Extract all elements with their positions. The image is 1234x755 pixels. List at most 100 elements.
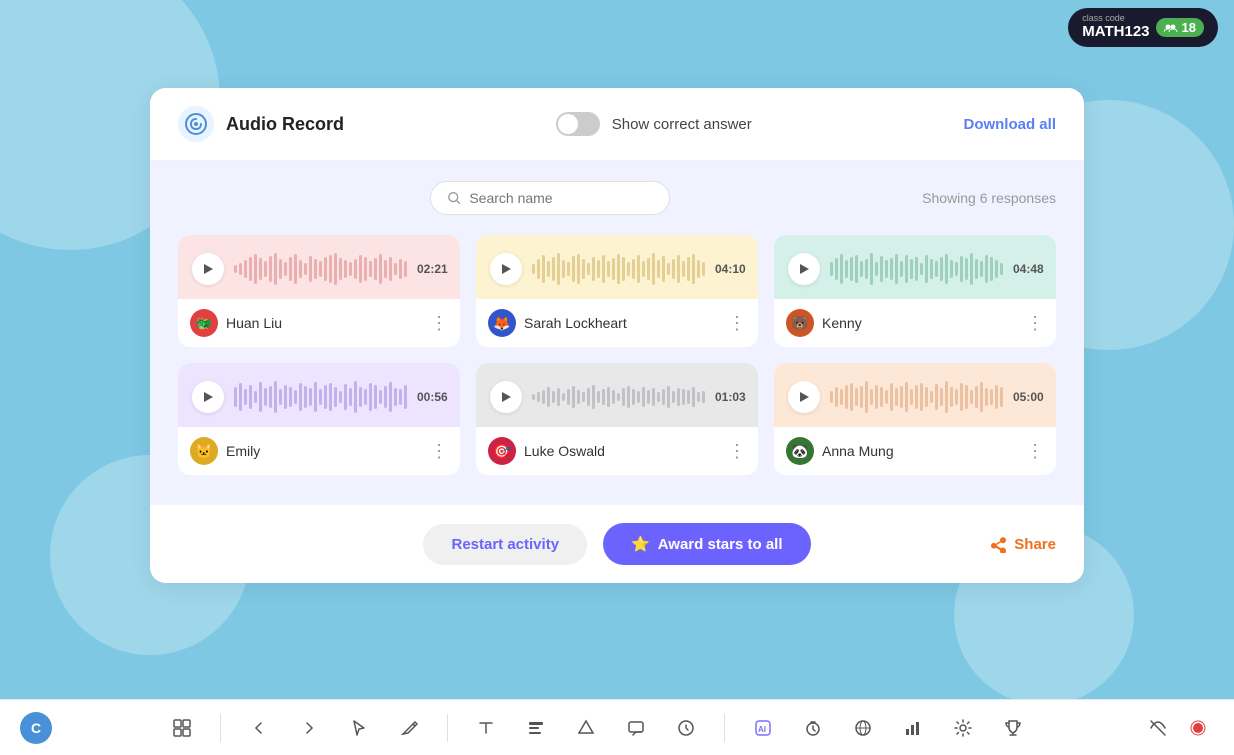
trophy-icon[interactable] (997, 712, 1029, 744)
play-button[interactable] (192, 381, 224, 413)
waveform-bar (264, 261, 267, 277)
waveform-bar (249, 385, 252, 409)
waveform-bar (672, 259, 675, 279)
showing-responses: Showing 6 responses (922, 190, 1056, 206)
more-options-button[interactable]: ⋮ (728, 314, 746, 332)
grid-icon[interactable] (166, 712, 198, 744)
shape-icon[interactable] (570, 712, 602, 744)
more-options-button[interactable]: ⋮ (430, 442, 448, 460)
audio-card: 00:56 🐱 Emily ⋮ (178, 363, 460, 475)
waveform-bar (572, 256, 575, 282)
more-options-button[interactable]: ⋮ (430, 314, 448, 332)
chat-icon[interactable] (620, 712, 652, 744)
waveform-bar (399, 259, 402, 279)
more-options-button[interactable]: ⋮ (1026, 442, 1044, 460)
student-name: Emily (226, 443, 260, 459)
waveform-bar (304, 386, 307, 408)
waveform-bar (915, 385, 918, 409)
waveform-bar (657, 392, 660, 402)
chart-icon[interactable] (897, 712, 929, 744)
more-options-button[interactable]: ⋮ (1026, 314, 1044, 332)
search-box[interactable] (430, 181, 670, 215)
forward-icon[interactable] (293, 712, 325, 744)
timer-icon[interactable] (797, 712, 829, 744)
audio-card-footer: 🐲 Huan Liu ⋮ (178, 299, 460, 347)
waveform-bar (667, 386, 670, 408)
waveform (830, 251, 1003, 287)
audio-duration: 01:03 (715, 390, 746, 404)
waveform-bar (567, 389, 570, 405)
student-count-number: 18 (1182, 20, 1196, 35)
waveform-bar (597, 260, 600, 278)
play-button[interactable] (788, 381, 820, 413)
waveform-bar (254, 254, 257, 284)
waveform-bar (652, 388, 655, 406)
waveform-bar (970, 253, 973, 285)
waveform-bar (870, 389, 873, 405)
search-input[interactable] (469, 190, 653, 206)
eye-slash-icon[interactable] (1142, 712, 1174, 744)
waveform-bar (597, 391, 600, 403)
waveform-bar (374, 385, 377, 409)
waveform-bar (557, 388, 560, 406)
cursor-icon[interactable] (343, 712, 375, 744)
waveform-bar (860, 386, 863, 408)
play-button[interactable] (490, 253, 522, 285)
waveform-bar (642, 387, 645, 407)
pen-icon[interactable] (393, 712, 425, 744)
card-header: Audio Record Show correct answer Downloa… (150, 88, 1084, 161)
class-code-value: MATH123 (1082, 23, 1149, 41)
waveform-bar (662, 256, 665, 282)
play-button[interactable] (192, 253, 224, 285)
waveform-bar (870, 253, 873, 285)
star-icon: ⭐ (631, 535, 650, 553)
waveform-bar (647, 390, 650, 404)
text-format-icon[interactable] (520, 712, 552, 744)
waveform-bar (264, 388, 267, 406)
waveform-bar (682, 261, 685, 277)
show-correct-toggle[interactable] (556, 112, 600, 136)
waveform-bar (299, 383, 302, 411)
waveform-bar (552, 391, 555, 403)
share-button[interactable]: Share (990, 535, 1056, 553)
record-icon[interactable] (1182, 712, 1214, 744)
waveform-bar (935, 384, 938, 410)
audio-duration: 04:10 (715, 262, 746, 276)
waveform-bar (995, 260, 998, 278)
card-footer: Restart activity ⭐ Award stars to all Sh… (150, 505, 1084, 583)
play-icon (500, 263, 512, 275)
play-button[interactable] (490, 381, 522, 413)
text-icon[interactable] (470, 712, 502, 744)
pointer-icon[interactable] (670, 712, 702, 744)
student-info: 🦊 Sarah Lockheart (488, 309, 627, 337)
waveform-bar (364, 257, 367, 281)
waveform-bar (617, 393, 620, 401)
waveform-bar (880, 256, 883, 282)
settings-icon[interactable] (947, 712, 979, 744)
brand-icon[interactable]: C (20, 712, 52, 744)
audio-waveform-area: 04:48 (774, 235, 1056, 299)
waveform-bar (622, 388, 625, 406)
waveform-bar (995, 385, 998, 409)
restart-activity-button[interactable]: Restart activity (423, 524, 587, 565)
download-all-button[interactable]: Download all (963, 116, 1056, 133)
waveform-bar (855, 388, 858, 406)
waveform-bar (309, 256, 312, 282)
bottom-toolbar: C (0, 699, 1234, 755)
play-button[interactable] (788, 253, 820, 285)
waveform-bar (647, 258, 650, 280)
waveform-bar (289, 257, 292, 281)
waveform-bar (1000, 263, 1003, 275)
waveform-bar (309, 388, 312, 406)
globe-icon[interactable] (847, 712, 879, 744)
ai-icon[interactable]: AI (747, 712, 779, 744)
award-stars-button[interactable]: ⭐ Award stars to all (603, 523, 810, 565)
waveform-bar (980, 382, 983, 412)
more-options-button[interactable]: ⋮ (728, 442, 746, 460)
waveform-bar (279, 389, 282, 405)
waveform-bar (259, 382, 262, 412)
play-icon (500, 391, 512, 403)
waveform-bar (394, 388, 397, 406)
back-icon[interactable] (243, 712, 275, 744)
waveform-bar (975, 259, 978, 279)
